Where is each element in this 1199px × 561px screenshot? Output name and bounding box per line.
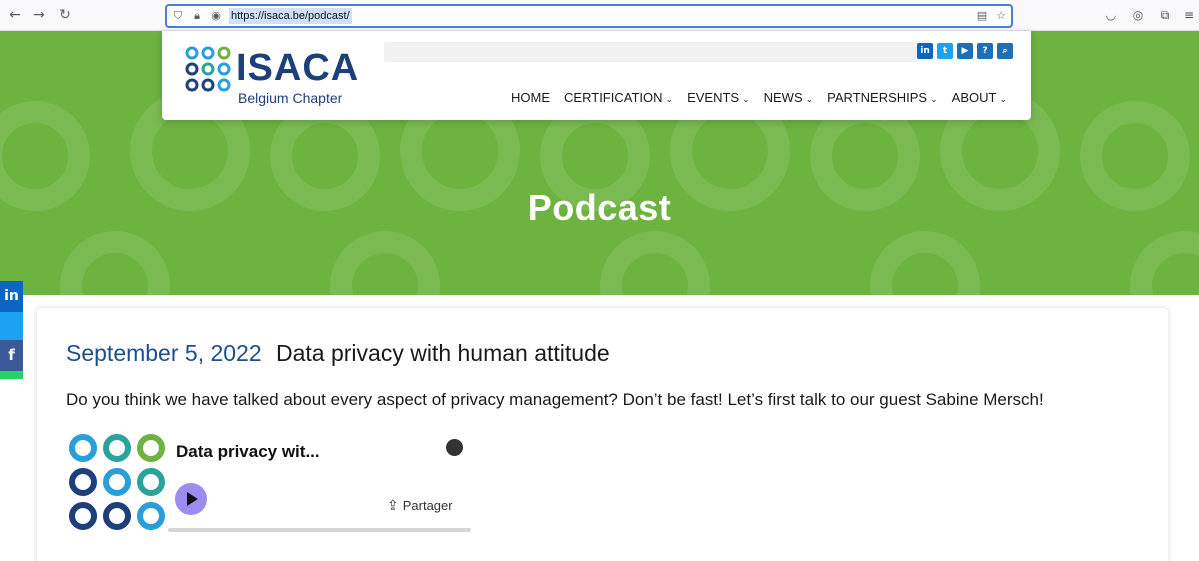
post-date: September 5, 2022 [66,340,262,366]
menu-item-label: NEWS [763,90,803,105]
back-icon[interactable]: ← [6,6,24,24]
podcast-cover-art[interactable] [67,432,167,532]
menu-item-label: ABOUT [951,90,997,105]
logo-rings-icon [185,46,231,92]
menu-icon[interactable]: ≡ [1181,7,1197,23]
decorative-ring [330,231,440,295]
reload-icon[interactable]: ↻ [56,6,74,24]
menu-item-label: EVENTS [687,90,740,105]
play-button[interactable] [175,483,207,515]
pocket-icon[interactable]: ◡ [1103,7,1119,23]
site-header: ISACA Belgium Chapter in t ▶ ? ⌕ HOME CE… [162,31,1031,120]
reader-icon[interactable]: ▤ [975,9,989,23]
episode-title[interactable]: Data privacy wit... [176,442,320,462]
share-whatsapp-button[interactable] [0,371,23,379]
menu-item-label: CERTIFICATION [564,90,663,105]
extensions-icon[interactable]: ⧉ [1157,7,1173,23]
header-search-strip [384,42,919,62]
lock-icon[interactable]: 🔒︎ [190,9,204,23]
share-button[interactable]: ⇪ Partager [387,498,453,514]
decorative-ring [870,231,980,295]
menu-item-partnerships[interactable]: PARTNERSHIPS ⌄ [827,90,937,105]
share-linkedin-button[interactable]: in [0,281,23,312]
twitter-icon[interactable]: t [937,43,953,59]
account-icon[interactable]: ◎ [1130,7,1146,23]
chevron-down-icon: ⌄ [930,95,938,105]
help-icon[interactable]: ? [977,43,993,59]
decorative-ring [1130,231,1199,295]
search-icon[interactable]: ⌕ [997,43,1013,59]
playback-progress-bar[interactable] [168,528,471,532]
menu-item-certification[interactable]: CERTIFICATION ⌄ [564,90,673,105]
menu-item-label: PARTNERSHIPS [827,90,928,105]
menu-item-news[interactable]: NEWS ⌄ [764,90,814,105]
chevron-down-icon: ⌄ [999,95,1007,105]
isaca-logo[interactable]: ISACA Belgium Chapter [184,45,359,107]
post-title[interactable]: Data privacy with human attitude [276,340,610,367]
url-bar[interactable]: ⛉ 🔒︎ ◉ https://isaca.be/podcast/ ▤ ☆ [165,4,1013,28]
share-button-label: Partager [402,498,453,513]
bookmark-star-icon[interactable]: ☆ [994,9,1008,23]
menu-item-about[interactable]: ABOUT ⌄ [952,90,1007,105]
post-excerpt: Do you think we have talked about every … [66,390,1044,409]
share-icon: ⇪ [387,498,399,514]
spotify-embed: Data privacy wit... ⇪ Partager [67,432,472,536]
logo-subtitle: Belgium Chapter [238,90,343,106]
decorative-ring [60,231,170,295]
linkedin-icon[interactable]: in [917,43,933,59]
main-menu: HOME CERTIFICATION ⌄ EVENTS ⌄ NEWS ⌄ PARTNE… [511,90,1007,105]
chevron-down-icon: ⌄ [805,95,814,105]
browser-toolbar: ← → ↻ ⛉ 🔒︎ ◉ https://isaca.be/podcast/ ▤… [0,0,1199,31]
chevron-down-icon: ⌄ [665,95,674,105]
share-twitter-button[interactable] [0,312,23,340]
url-text[interactable]: https://isaca.be/podcast/ [229,8,352,24]
spotify-icon[interactable] [446,439,463,456]
forward-icon[interactable]: → [30,6,48,24]
page-title: Podcast [527,187,672,228]
decorative-ring [600,231,710,295]
menu-item-home[interactable]: HOME [511,90,550,105]
menu-item-events[interactable]: EVENTS ⌄ [687,90,750,105]
share-facebook-button[interactable]: f [0,340,23,371]
youtube-icon[interactable]: ▶ [957,43,973,59]
chevron-down-icon: ⌄ [742,95,750,105]
logo-wordmark: ISACA [236,47,360,89]
shield-icon[interactable]: ⛉ [171,9,185,23]
site-icon: ◉ [211,9,221,22]
menu-item-label: HOME [511,90,551,105]
